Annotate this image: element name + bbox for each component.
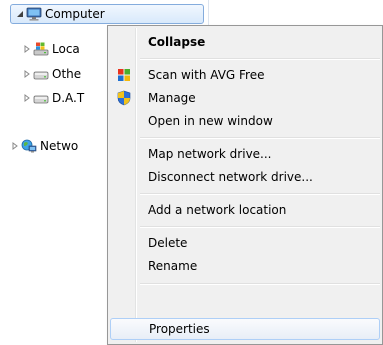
tree-item-data-drive[interactable]: D.A.T [22, 88, 84, 108]
avg-icon [110, 64, 138, 86]
collapsed-arrow-icon[interactable] [22, 70, 31, 79]
collapsed-arrow-icon[interactable] [10, 142, 19, 151]
network-icon [21, 138, 37, 154]
tree-item-local-disk-label: Loca [52, 42, 80, 56]
collapsed-arrow-icon[interactable] [22, 94, 31, 103]
expanded-arrow-icon[interactable] [15, 10, 24, 19]
menu-item-map-drive[interactable]: Map network drive... [110, 143, 380, 165]
menu-separator [140, 226, 380, 228]
tree-item-network-label: Netwo [40, 139, 79, 153]
windows-drive-icon [33, 41, 49, 57]
menu-item-open-new-window[interactable]: Open in new window [110, 110, 380, 132]
uac-shield-icon [110, 87, 138, 109]
menu-item-delete[interactable]: Delete [110, 232, 380, 254]
menu-item-disconnect-drive[interactable]: Disconnect network drive... [110, 166, 380, 188]
context-menu: Collapse Scan with AVG Free Manage Open … [107, 25, 383, 345]
menu-item-rename[interactable]: Rename [110, 255, 380, 277]
tree-item-computer-label: Computer [45, 7, 105, 21]
hard-drive-icon [33, 66, 49, 82]
menu-separator [140, 58, 380, 60]
tree-item-network[interactable]: Netwo [10, 136, 78, 156]
computer-icon [26, 6, 42, 22]
tree-item-other-drive[interactable]: Othe [22, 64, 81, 84]
menu-separator [140, 193, 380, 195]
menu-separator [140, 283, 380, 285]
tree-item-computer[interactable]: Computer [10, 4, 204, 24]
menu-item-collapse[interactable]: Collapse [110, 31, 380, 53]
menu-item-add-network-location[interactable]: Add a network location [110, 199, 380, 221]
tree-item-other-drive-label: Othe [52, 67, 82, 81]
menu-item-properties[interactable]: Properties [110, 318, 380, 340]
menu-item-scan-avg[interactable]: Scan with AVG Free [110, 64, 380, 86]
menu-item-manage[interactable]: Manage [110, 87, 380, 109]
hard-drive-icon [33, 90, 49, 106]
tree-item-data-drive-label: D.A.T [52, 91, 85, 105]
collapsed-arrow-icon[interactable] [22, 45, 31, 54]
menu-separator [140, 137, 380, 139]
tree-item-local-disk[interactable]: Loca [22, 39, 80, 59]
